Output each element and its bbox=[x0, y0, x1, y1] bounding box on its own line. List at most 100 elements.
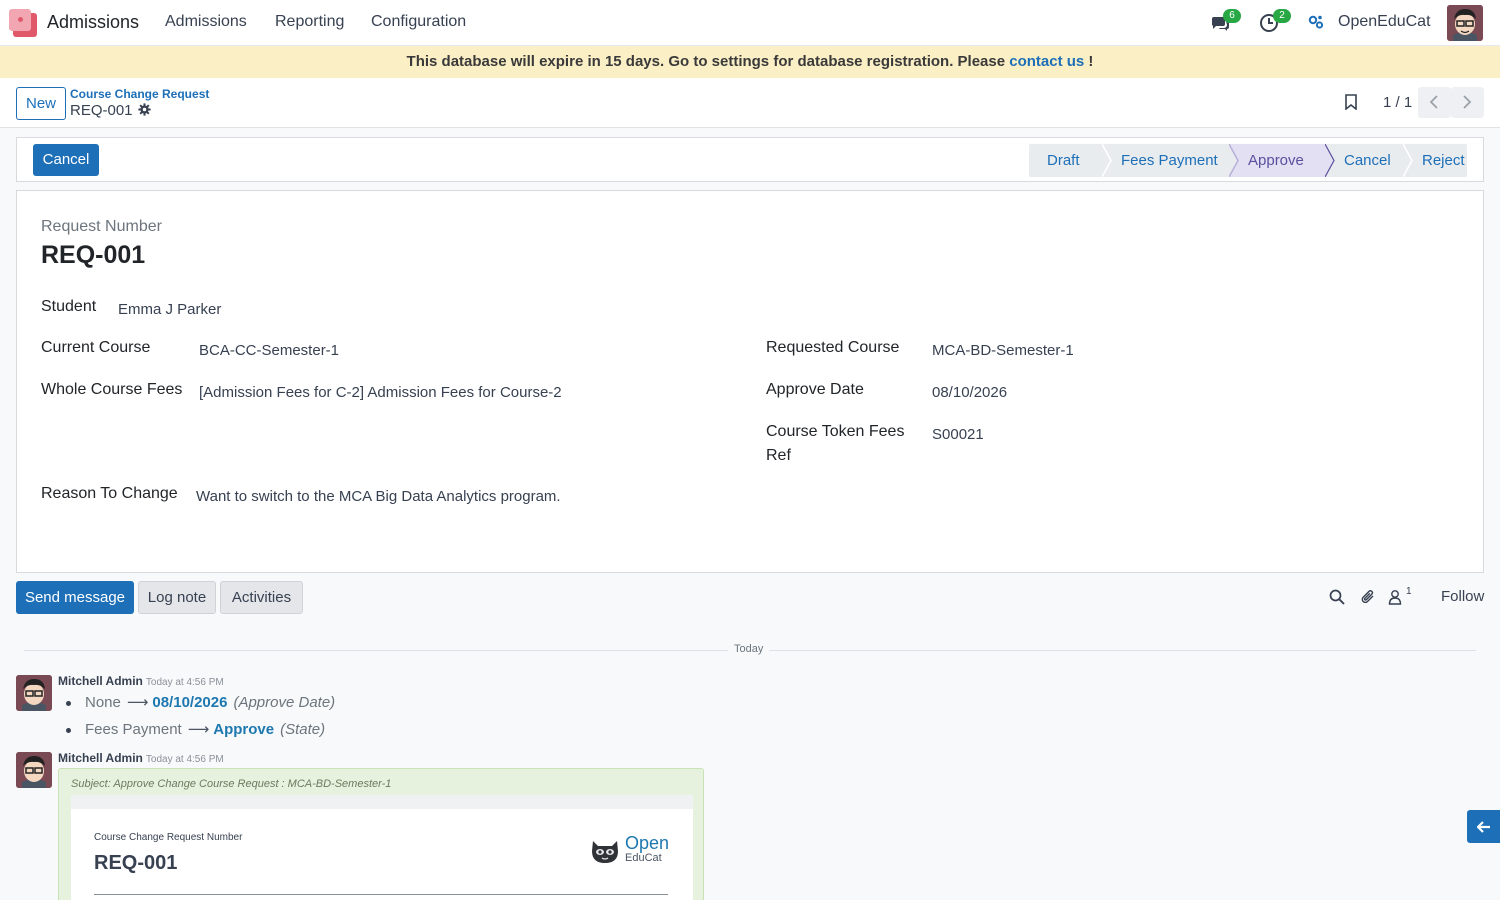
stage-separator bbox=[1229, 144, 1239, 177]
menu-reporting[interactable]: Reporting bbox=[275, 13, 344, 31]
chatter-toggle-button[interactable] bbox=[1467, 810, 1500, 843]
current-course-field[interactable]: BCA-CC-Semester-1 bbox=[199, 342, 339, 359]
current-course-label: Current Course bbox=[41, 339, 151, 356]
stage-separator bbox=[1325, 144, 1335, 177]
stage-reject-label: Reject bbox=[1422, 152, 1465, 169]
tracking-change-row: Fees Payment ⟶ Approve (State) bbox=[66, 720, 325, 738]
send-message-button[interactable]: Send message bbox=[16, 581, 134, 614]
logo-educat-text: EduCat bbox=[625, 852, 662, 864]
menu-admissions[interactable]: Admissions bbox=[165, 13, 247, 31]
approve-date-label: Approve Date bbox=[766, 381, 864, 398]
stage-fees-payment[interactable]: Fees Payment bbox=[1103, 144, 1239, 177]
expiration-banner: This database will expire in 15 days. Go… bbox=[0, 46, 1500, 78]
request-number-label: Request Number bbox=[41, 218, 162, 235]
openeducat-logo: Open EduCat bbox=[589, 833, 669, 867]
paperclip-icon[interactable] bbox=[1360, 589, 1376, 605]
pager-value[interactable]: 1 / 1 bbox=[1383, 94, 1412, 111]
user-avatar[interactable] bbox=[1447, 5, 1483, 41]
message-author: Mitchell Admin Today at 4:56 PM bbox=[58, 674, 224, 688]
user-face-icon bbox=[16, 675, 52, 711]
company-name[interactable]: OpenEduCat bbox=[1338, 13, 1431, 31]
new-value: Approve bbox=[213, 721, 275, 738]
followers-icon[interactable] bbox=[1388, 589, 1404, 605]
chevron-left-icon bbox=[1429, 95, 1438, 109]
company-switch-icon bbox=[1308, 15, 1324, 29]
pager-previous-button[interactable] bbox=[1418, 87, 1451, 118]
arrow-left-icon bbox=[1477, 821, 1490, 833]
breadcrumb-parent-link[interactable]: Course Change Request bbox=[70, 87, 209, 101]
raccoon-logo-icon bbox=[592, 841, 618, 863]
banner-suffix: ! bbox=[1084, 53, 1094, 70]
chevron-right-icon bbox=[1463, 95, 1472, 109]
activities-button[interactable]: 2 bbox=[1259, 9, 1291, 34]
follower-count: 1 bbox=[1406, 586, 1412, 597]
date-separator-label: Today bbox=[728, 643, 770, 655]
stage-cancel[interactable]: Cancel bbox=[1326, 144, 1413, 177]
message-author-name[interactable]: Mitchell Admin bbox=[58, 674, 143, 688]
approve-date-field[interactable]: 08/10/2026 bbox=[932, 384, 1007, 401]
messages-count-badge: 6 bbox=[1223, 9, 1241, 23]
old-value: Fees Payment bbox=[85, 721, 182, 738]
message-time: Today at 4:56 PM bbox=[145, 677, 224, 688]
activities-button[interactable]: Activities bbox=[220, 581, 303, 614]
bookmark-icon[interactable] bbox=[1344, 94, 1358, 110]
menu-configuration[interactable]: Configuration bbox=[371, 13, 466, 31]
stage-reject[interactable]: Reject bbox=[1404, 144, 1467, 177]
stage-cancel-label: Cancel bbox=[1344, 152, 1391, 169]
requested-course-label: Requested Course bbox=[766, 339, 900, 356]
message-author-avatar[interactable] bbox=[16, 752, 52, 788]
follow-button[interactable]: Follow bbox=[1441, 588, 1484, 605]
field-name: (State) bbox=[280, 721, 326, 738]
email-subject: Subject: Approve Change Course Request :… bbox=[71, 778, 392, 790]
stage-separator bbox=[1403, 144, 1413, 177]
reason-label: Reason To Change bbox=[41, 485, 178, 502]
stage-draft[interactable]: Draft bbox=[1029, 144, 1112, 177]
requested-course-field[interactable]: MCA-BD-Semester-1 bbox=[932, 342, 1074, 359]
stage-approve[interactable]: Approve bbox=[1230, 144, 1335, 177]
stage-pipeline: Draft Fees Payment Approve Cancel Reject bbox=[1029, 144, 1467, 177]
switch-company-button[interactable] bbox=[1308, 14, 1330, 36]
arrow-right-icon: ⟶ bbox=[126, 694, 149, 711]
whole-course-fees-field[interactable]: [Admission Fees for C-2] Admission Fees … bbox=[199, 384, 562, 401]
new-value: 08/10/2026 bbox=[152, 694, 228, 711]
form-sheet: Request Number REQ-001 Student Emma J Pa… bbox=[16, 190, 1484, 573]
email-request-label: Course Change Request Number bbox=[94, 832, 243, 843]
email-body-card: Course Change Request Number REQ-001 Ope… bbox=[71, 809, 693, 900]
log-note-button[interactable]: Log note bbox=[138, 581, 216, 614]
messages-button[interactable]: 6 bbox=[1209, 9, 1241, 34]
gear-icon[interactable] bbox=[138, 103, 151, 116]
message-author: Mitchell Admin Today at 4:56 PM bbox=[58, 751, 224, 765]
bullet bbox=[66, 727, 71, 733]
form-statusbar: Cancel Draft Fees Payment Approve Cancel… bbox=[16, 137, 1484, 182]
message-author-avatar[interactable] bbox=[16, 675, 52, 711]
old-value: None bbox=[85, 694, 121, 711]
search-icon[interactable] bbox=[1329, 589, 1345, 605]
logo-open-text: Open bbox=[625, 833, 670, 853]
user-face-icon bbox=[1447, 5, 1483, 41]
course-token-fees-label-ref: Ref bbox=[766, 447, 791, 464]
tracking-change-row: None ⟶ 08/10/2026 (Approve Date) bbox=[66, 693, 335, 711]
stage-separator bbox=[1102, 144, 1112, 177]
message-author-name[interactable]: Mitchell Admin bbox=[58, 751, 143, 765]
breadcrumb-current: REQ-001 bbox=[70, 102, 133, 119]
stage-approve-label: Approve bbox=[1248, 152, 1304, 169]
reason-field[interactable]: Want to switch to the MCA Big Data Analy… bbox=[196, 488, 561, 505]
new-button[interactable]: New bbox=[16, 87, 66, 120]
activities-count-badge: 2 bbox=[1273, 9, 1291, 23]
student-label: Student bbox=[41, 298, 97, 315]
top-navbar: Admissions Admissions Reporting Configur… bbox=[0, 0, 1500, 46]
cancel-button[interactable]: Cancel bbox=[33, 144, 99, 176]
student-field[interactable]: Emma J Parker bbox=[118, 301, 221, 318]
app-logo-icon[interactable] bbox=[9, 9, 37, 37]
control-panel: New Course Change Request REQ-001 1 / 1 bbox=[0, 78, 1500, 128]
pager-next-button[interactable] bbox=[1451, 87, 1484, 118]
bullet bbox=[66, 700, 71, 706]
message-time: Today at 4:56 PM bbox=[145, 754, 224, 765]
request-number-value[interactable]: REQ-001 bbox=[41, 241, 145, 270]
app-name[interactable]: Admissions bbox=[47, 12, 139, 33]
email-request-number: REQ-001 bbox=[94, 852, 178, 874]
contact-us-link[interactable]: contact us bbox=[1009, 53, 1084, 70]
stage-fees-payment-label: Fees Payment bbox=[1121, 152, 1218, 169]
user-face-icon bbox=[16, 752, 52, 788]
course-token-fees-field[interactable]: S00021 bbox=[932, 426, 984, 443]
